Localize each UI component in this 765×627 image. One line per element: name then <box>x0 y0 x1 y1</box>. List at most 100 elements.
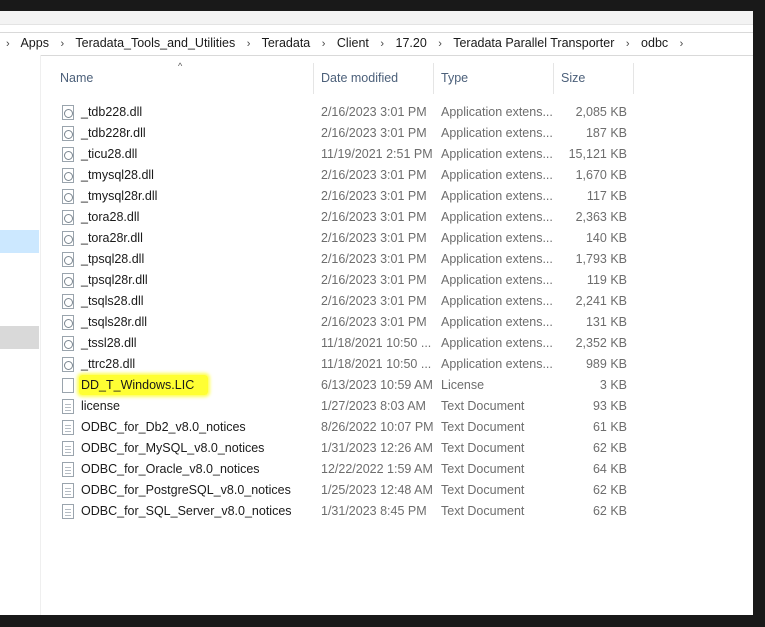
file-date-modified: 2/16/2023 3:01 PM <box>321 168 427 182</box>
breadcrumb-item-apps[interactable]: Apps <box>20 36 49 50</box>
column-divider[interactable] <box>633 63 634 94</box>
file-row[interactable]: _tssl28.dll 11/18/2021 10:50 ... Applicati… <box>41 334 641 355</box>
file-size: 117 KB <box>586 189 627 203</box>
breadcrumb: › Apps › Teradata_Tools_and_Utilities › … <box>6 36 691 50</box>
column-divider[interactable] <box>433 63 434 94</box>
column-divider[interactable] <box>313 63 314 94</box>
dll-file-icon <box>62 147 74 162</box>
breadcrumb-separator-icon[interactable]: › <box>60 38 64 50</box>
file-name: license <box>81 399 120 413</box>
gear-glyph <box>64 277 73 286</box>
file-date-modified: 11/19/2021 2:51 PM <box>321 147 433 161</box>
file-row[interactable]: ODBC_for_SQL_Server_v8.0_notices 1/31/202… <box>41 502 641 523</box>
column-header-type[interactable]: Type <box>441 63 551 94</box>
text-line-glyph <box>65 410 71 411</box>
gear-glyph <box>64 172 73 181</box>
breadcrumb-separator-icon[interactable]: › <box>680 38 684 50</box>
file-row[interactable]: _ttrc28.dll 11/18/2021 10:50 ... Applicati… <box>41 355 641 376</box>
text-line-glyph <box>65 446 71 447</box>
file-row[interactable]: _tora28r.dll 2/16/2023 3:01 PM Application… <box>41 229 641 250</box>
file-date-modified: 6/13/2023 10:59 AM <box>321 378 433 392</box>
file-date-modified: 2/16/2023 3:01 PM <box>321 252 427 266</box>
file-row[interactable]: _tsqls28.dll 2/16/2023 3:01 PM Application… <box>41 292 641 313</box>
file-size: 2,241 KB <box>575 294 627 308</box>
gear-glyph <box>64 298 73 307</box>
file-row[interactable]: _tmysql28.dll 2/16/2023 3:01 PM Applicatio… <box>41 166 641 187</box>
file-row[interactable]: ODBC_for_PostgreSQL_v8.0_notices 1/25/202… <box>41 481 641 502</box>
text-line-glyph <box>65 431 71 432</box>
file-size: 3 KB <box>599 378 627 392</box>
file-row[interactable]: _tsqls28r.dll 2/16/2023 3:01 PM Applicatio… <box>41 313 641 334</box>
file-row[interactable]: _tmysql28r.dll 2/16/2023 3:01 PM Applicati… <box>41 187 641 208</box>
file-size: 62 KB <box>592 504 627 518</box>
gear-glyph <box>64 340 73 349</box>
nav-item-selected[interactable] <box>0 230 39 253</box>
navigation-pane[interactable] <box>0 55 41 615</box>
file-row[interactable]: DD_T_Windows.LIC 6/13/2023 10:59 AM Licens… <box>41 375 641 397</box>
file-name: _ttrc28.dll <box>81 357 136 371</box>
file-row[interactable]: ODBC_for_MySQL_v8.0_notices 1/31/2023 12:… <box>41 439 641 460</box>
dll-file-icon <box>62 231 74 246</box>
gear-glyph <box>64 319 73 328</box>
column-header-name[interactable]: Name <box>60 63 315 94</box>
breadcrumb-separator-icon[interactable]: › <box>626 38 630 50</box>
dll-file-icon <box>62 336 74 351</box>
text-file-icon <box>62 399 74 414</box>
text-line-glyph <box>65 452 71 453</box>
file-size: 2,352 KB <box>575 336 627 350</box>
file-size: 15,121 KB <box>568 147 627 161</box>
dll-file-icon <box>62 168 74 183</box>
column-header-date[interactable]: Date modified <box>321 63 431 94</box>
file-row[interactable]: _tora28.dll 2/16/2023 3:01 PM Application … <box>41 208 641 229</box>
breadcrumb-item-version[interactable]: 17.20 <box>396 36 427 50</box>
dll-file-icon <box>62 105 74 120</box>
dll-file-icon <box>62 294 74 309</box>
gear-glyph <box>64 151 73 160</box>
file-row[interactable]: _tdb228.dll 2/16/2023 3:01 PM Application … <box>41 103 641 124</box>
file-name: _tpsql28r.dll <box>81 273 148 287</box>
file-name: ODBC_for_SQL_Server_v8.0_notices <box>81 504 292 518</box>
file-row[interactable]: ODBC_for_Db2_v8.0_notices 8/26/2022 10:07… <box>41 418 641 439</box>
column-divider[interactable] <box>553 63 554 94</box>
address-bar[interactable]: › Apps › Teradata_Tools_and_Utilities › … <box>0 32 753 56</box>
file-size: 2,363 KB <box>575 210 627 224</box>
column-header-size[interactable]: Size <box>561 63 631 94</box>
breadcrumb-separator-icon[interactable]: › <box>247 38 251 50</box>
file-size: 61 KB <box>592 420 627 434</box>
file-row[interactable]: license 1/27/2023 8:03 AM Text Document 93 … <box>41 397 641 418</box>
text-line-glyph <box>65 509 71 510</box>
gear-glyph <box>64 235 73 244</box>
breadcrumb-item-client[interactable]: Client <box>337 36 369 50</box>
file-size: 93 KB <box>592 399 627 413</box>
file-name: _tpsql28.dll <box>81 252 145 266</box>
breadcrumb-separator-icon[interactable]: › <box>438 38 442 50</box>
breadcrumb-item-tpt[interactable]: Teradata Parallel Transporter <box>453 36 614 50</box>
nav-item-hover[interactable] <box>0 326 39 349</box>
file-date-modified: 1/31/2023 8:45 PM <box>321 504 427 518</box>
file-name: _tdb228.dll <box>81 105 143 119</box>
text-file-icon <box>62 462 74 477</box>
file-type: License <box>441 378 485 392</box>
text-line-glyph <box>65 488 71 489</box>
text-file-icon <box>62 504 74 519</box>
breadcrumb-item-teradata-tools[interactable]: Teradata_Tools_and_Utilities <box>75 36 235 50</box>
breadcrumb-item-odbc[interactable]: odbc <box>641 36 668 50</box>
file-row[interactable]: _tpsql28r.dll 2/16/2023 3:01 PM Applicatio… <box>41 271 641 292</box>
file-name: _tmysql28.dll <box>81 168 154 182</box>
file-row[interactable]: ODBC_for_Oracle_v8.0_notices 12/22/2022 1… <box>41 460 641 481</box>
dll-file-icon <box>62 126 74 141</box>
file-date-modified: 2/16/2023 3:01 PM <box>321 315 427 329</box>
file-size: 187 KB <box>585 126 627 140</box>
file-list: Name ^ Date modified Type Size _tdb228.d… <box>41 55 753 615</box>
file-name: _tdb228r.dll <box>81 126 146 140</box>
file-row[interactable]: _tdb228r.dll 2/16/2023 3:01 PM Application… <box>41 124 641 145</box>
text-line-glyph <box>65 491 71 492</box>
breadcrumb-item-teradata[interactable]: Teradata <box>262 36 311 50</box>
file-row[interactable]: _ticu28.dll 11/19/2021 2:51 PM Application… <box>41 145 641 166</box>
breadcrumb-separator-icon[interactable]: › <box>380 38 384 50</box>
text-line-glyph <box>65 404 71 405</box>
file-row[interactable]: _tpsql28.dll 2/16/2023 3:01 PM Application… <box>41 250 641 271</box>
breadcrumb-separator-icon[interactable]: › <box>322 38 326 50</box>
highlighted-file-name: DD_T_Windows.LIC <box>79 375 209 395</box>
file-size: 64 KB <box>592 462 627 476</box>
